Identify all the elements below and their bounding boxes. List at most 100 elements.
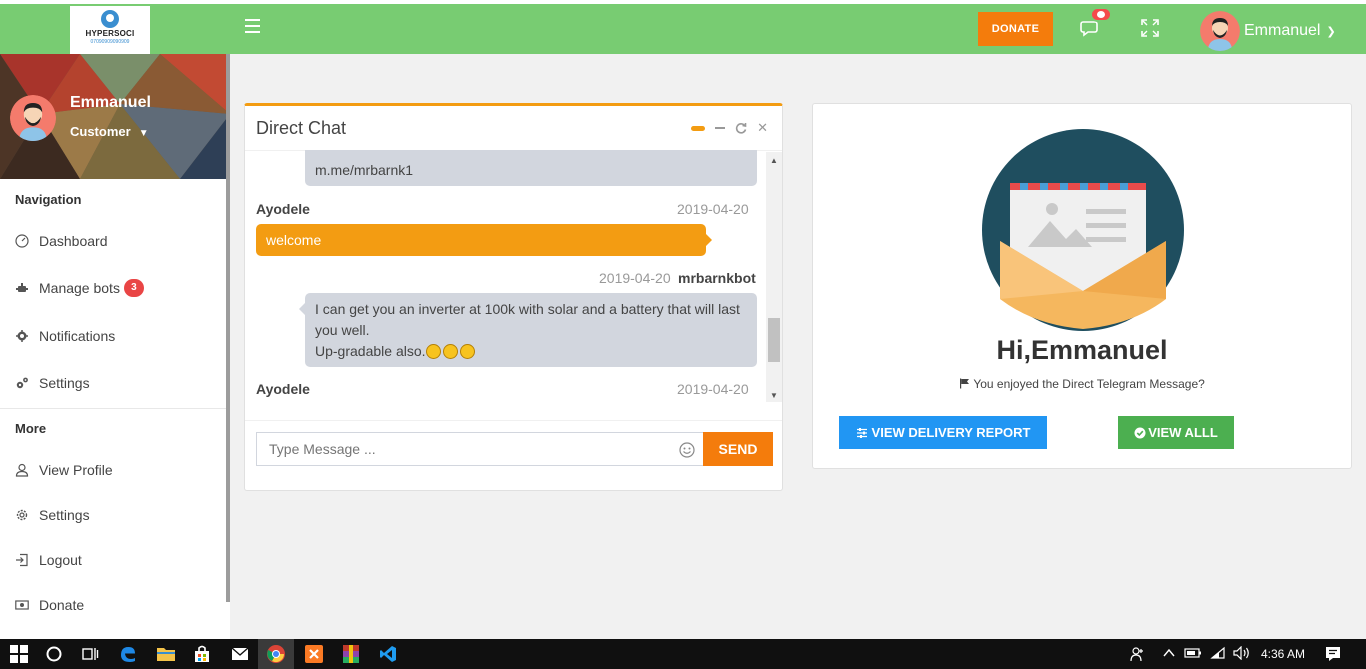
logo-icon <box>101 10 119 28</box>
sidebar-item-label: Logout <box>39 552 82 568</box>
chat-message: welcome <box>256 224 712 256</box>
emoji-icon <box>442 344 458 359</box>
smile-icon[interactable] <box>679 442 695 458</box>
gear-icon <box>15 508 29 522</box>
message-date: 2019-04-20 <box>677 201 749 217</box>
greeting-subtitle: You enjoyed the Direct Telegram Message? <box>813 377 1351 391</box>
winrar-icon[interactable] <box>341 644 361 664</box>
sidebar-item-dashboard[interactable]: Dashboard <box>15 231 108 251</box>
message-text: you well. <box>315 322 370 338</box>
taskbar-clock[interactable]: 4:36 AM <box>1261 647 1305 661</box>
logo-subtext: 07090909090909 <box>90 39 130 45</box>
battery-icon[interactable] <box>1184 646 1202 663</box>
action-center-icon[interactable] <box>1325 646 1341 665</box>
scroll-up-icon[interactable]: ▲ <box>770 156 778 165</box>
bot-icon <box>15 281 29 295</box>
sliders-icon <box>856 427 867 438</box>
sidebar-item-label: Manage bots <box>39 280 120 296</box>
chat-title: Direct Chat <box>256 118 347 138</box>
contacts-toggle-icon[interactable] <box>691 125 706 131</box>
chat-message: I can get you an inverter at 100k with s… <box>299 293 757 367</box>
refresh-icon[interactable] <box>735 122 747 134</box>
chat-footer-divider <box>245 420 782 421</box>
edge-icon[interactable] <box>118 644 138 664</box>
greeting-title: Hi,Emmanuel <box>996 335 1168 365</box>
profile-name: Emmanuel <box>70 94 151 111</box>
chrome-icon[interactable] <box>266 644 286 664</box>
search-icon[interactable] <box>44 644 64 664</box>
close-icon[interactable]: ✕ <box>757 120 768 136</box>
hamburger-icon[interactable] <box>245 19 261 33</box>
message-date: 2019-04-20 <box>677 381 749 397</box>
mail-icon[interactable] <box>230 644 250 664</box>
profile-role-label: Customer <box>70 124 131 139</box>
view-delivery-report-button[interactable]: VIEW DELIVERY REPORT <box>839 416 1047 449</box>
caret-down-icon: ▼ <box>138 128 149 139</box>
wifi-icon[interactable] <box>1210 646 1226 663</box>
task-view-icon[interactable] <box>80 644 100 664</box>
user-menu[interactable]: Emmanuel ❯ <box>1200 11 1336 51</box>
sidebar: Emmanuel Customer ▼ Navigation Dashboard … <box>0 54 230 639</box>
more-heading: More <box>15 421 47 436</box>
sidebar-item-donate[interactable]: Donate <box>15 595 84 615</box>
chat-scrollbar[interactable]: ▲ ▼ <box>766 152 782 402</box>
message-date: 2019-04-20 <box>599 270 671 286</box>
xampp-icon[interactable] <box>304 644 324 664</box>
profile-avatar <box>10 95 56 141</box>
sender-name: mrbarnkbot <box>678 270 756 286</box>
sidebar-item-logout[interactable]: Logout <box>15 550 82 570</box>
expand-icon[interactable] <box>1141 19 1159 37</box>
logout-icon <box>15 553 29 567</box>
sidebar-item-settings-more[interactable]: Settings <box>15 505 90 525</box>
nav-heading: Navigation <box>15 192 82 207</box>
sidebar-item-label: View Profile <box>39 462 113 478</box>
message-text: welcome <box>266 232 322 248</box>
button-label: VIEW DELIVERY REPORT <box>871 425 1031 440</box>
gears-icon <box>15 376 29 390</box>
emoji-icon <box>459 344 475 359</box>
vscode-icon[interactable] <box>378 644 398 664</box>
chat-message: m.me/mrbarnk1 <box>305 150 757 186</box>
sidebar-item-manage-bots[interactable]: Manage bots 3 <box>15 278 144 298</box>
user-icon <box>15 463 29 477</box>
message-input[interactable] <box>256 432 704 466</box>
sidebar-scrollbar[interactable] <box>226 54 230 602</box>
check-circle-icon <box>1134 427 1146 438</box>
sidebar-item-view-profile[interactable]: View Profile <box>15 460 113 480</box>
file-explorer-icon[interactable] <box>156 644 176 664</box>
top-navbar: HYPERSOCI 07090909090909 DONATE Emmanuel… <box>0 0 1366 54</box>
sidebar-item-label: Notifications <box>39 328 116 344</box>
message-text: Up-gradable also. <box>315 343 426 359</box>
chevron-up-icon[interactable] <box>1162 646 1176 663</box>
message-text: m.me/mrbarnk1 <box>315 162 414 178</box>
scroll-down-icon[interactable]: ▼ <box>770 391 778 400</box>
envelope-illustration <box>982 129 1184 331</box>
store-icon[interactable] <box>192 644 212 664</box>
windows-taskbar: 4:36 AM <box>0 639 1366 669</box>
chevron-down-icon: ❯ <box>1326 25 1336 38</box>
donate-button[interactable]: DONATE <box>978 12 1053 46</box>
profile-banner: Emmanuel Customer ▼ <box>0 54 230 179</box>
message-sender: Ayodele <box>256 381 310 397</box>
user-name: Emmanuel <box>1244 22 1321 39</box>
greeting-card: Hi,Emmanuel You enjoyed the Direct Teleg… <box>812 103 1352 469</box>
profile-role-dropdown[interactable]: Customer ▼ <box>70 124 149 139</box>
sidebar-item-settings[interactable]: Settings <box>15 373 90 393</box>
volume-icon[interactable] <box>1233 645 1251 663</box>
direct-chat-card: Direct Chat ✕ m.me/mrbarnk1 Ayodele 2019… <box>244 103 783 491</box>
sidebar-item-label: Donate <box>39 597 85 613</box>
view-all-button[interactable]: VIEW ALLL <box>1118 416 1234 449</box>
logo[interactable]: HYPERSOCI 07090909090909 <box>70 6 150 54</box>
emoji-icon <box>425 344 441 359</box>
logo-text: HYPERSOCI <box>85 29 135 38</box>
scroll-thumb[interactable] <box>768 318 780 362</box>
message-sender: mrbarnkbot <box>678 270 756 286</box>
dashboard-icon <box>15 234 29 248</box>
windows-start-icon[interactable] <box>9 644 29 664</box>
chat-messages[interactable]: m.me/mrbarnk1 Ayodele 2019-04-20 welcome… <box>245 150 766 402</box>
sidebar-item-notifications[interactable]: Notifications <box>15 326 115 346</box>
send-button[interactable]: SEND <box>703 432 773 466</box>
sidebar-item-label: Dashboard <box>39 233 108 249</box>
minimize-icon[interactable] <box>715 127 726 129</box>
people-icon[interactable] <box>1130 646 1146 665</box>
